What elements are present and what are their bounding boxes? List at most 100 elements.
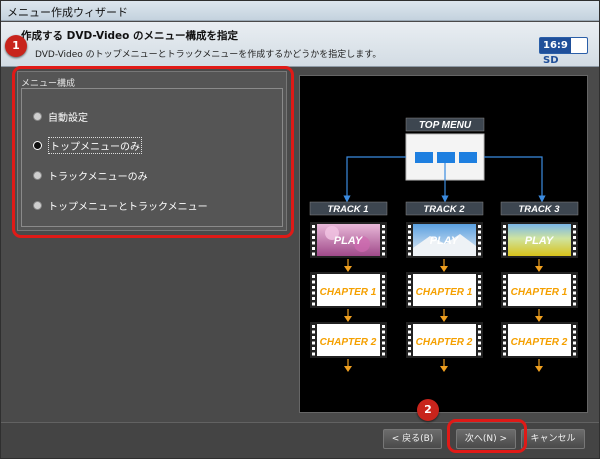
chapter-label: CHAPTER 2 — [416, 337, 473, 348]
sprocket-hole — [312, 297, 315, 300]
sprocket-hole — [478, 280, 481, 284]
sprocket-hole — [573, 247, 576, 250]
sprocket-hole — [573, 336, 576, 339]
back-button[interactable]: < 戻る(B) — [383, 429, 442, 449]
sprocket-hole — [312, 225, 315, 228]
sprocket-hole — [573, 280, 576, 284]
top-menu-label: TOP MENU — [419, 120, 472, 131]
sprocket-hole — [312, 275, 315, 278]
sprocket-hole — [478, 252, 481, 256]
sprocket-hole — [503, 297, 506, 300]
sprocket-hole — [382, 341, 385, 345]
sprocket-hole — [382, 241, 385, 245]
sprocket-hole — [382, 336, 385, 339]
sprocket-hole — [382, 330, 385, 334]
sprocket-hole — [503, 236, 506, 239]
chapter-label: CHAPTER 1 — [511, 287, 568, 298]
step-marker-1: 1 — [5, 35, 27, 57]
sprocket-hole — [573, 241, 576, 245]
sprocket-hole — [312, 325, 315, 328]
badge-mode: SD — [543, 55, 559, 66]
sprocket-hole — [503, 280, 506, 284]
page-description: DVD-Video のトップメニューとトラックメニューを作成するかどうかを指定し… — [35, 50, 382, 60]
cancel-button[interactable]: キャンセル — [521, 429, 585, 449]
menu-preview: TOP MENU TRACK 1 PLAY CHAPTER 1 CHAPTER … — [299, 75, 588, 413]
sprocket-hole — [478, 336, 481, 339]
sprocket-hole — [312, 247, 315, 250]
arrow-down — [440, 366, 448, 372]
sprocket-hole — [382, 236, 385, 239]
sprocket-hole — [312, 336, 315, 339]
sprocket-hole — [478, 347, 481, 350]
sprocket-hole — [503, 275, 506, 278]
badge-ratio: 16:9 — [540, 38, 571, 53]
sprocket-hole — [382, 291, 385, 295]
sprocket-hole — [312, 347, 315, 350]
sprocket-hole — [573, 347, 576, 350]
chapter-label: CHAPTER 2 — [511, 337, 568, 348]
sprocket-hole — [408, 302, 411, 306]
page-title: 作成する DVD-Video のメニュー構成を指定 — [21, 30, 239, 42]
menu-button-2 — [437, 152, 455, 163]
sprocket-hole — [408, 225, 411, 228]
sprocket-hole — [312, 330, 315, 334]
sprocket-hole — [573, 297, 576, 300]
sprocket-hole — [382, 275, 385, 278]
sprocket-hole — [503, 336, 506, 339]
sprocket-hole — [503, 291, 506, 295]
sprocket-hole — [408, 286, 411, 289]
track-label: TRACK 3 — [518, 204, 560, 215]
sprocket-hole — [478, 236, 481, 239]
sprocket-hole — [573, 341, 576, 345]
sprocket-hole — [478, 230, 481, 234]
sprocket-hole — [312, 280, 315, 284]
sprocket-hole — [312, 286, 315, 289]
title-bar: メニュー作成ウィザード — [1, 1, 599, 21]
sprocket-hole — [573, 252, 576, 256]
sprocket-hole — [503, 225, 506, 228]
aspect-badge: 16:9 SD — [539, 37, 588, 66]
track-column-3: TRACK 3 PLAY CHAPTER 1 CHAPTER 2 — [500, 201, 579, 372]
sprocket-hole — [408, 291, 411, 295]
highlight-frame-1 — [12, 66, 294, 238]
sprocket-hole — [503, 286, 506, 289]
track-label: TRACK 2 — [423, 204, 465, 215]
chapter-label: CHAPTER 1 — [416, 287, 473, 298]
sprocket-hole — [573, 236, 576, 239]
wizard-header: 作成する DVD-Video のメニュー構成を指定 DVD-Video のトップ… — [1, 22, 599, 67]
sprocket-hole — [503, 252, 506, 256]
track-column-1: TRACK 1 PLAY CHAPTER 1 CHAPTER 2 — [309, 201, 388, 372]
sprocket-hole — [312, 236, 315, 239]
sprocket-hole — [573, 352, 576, 356]
sprocket-hole — [478, 302, 481, 306]
sprocket-hole — [503, 347, 506, 350]
sprocket-hole — [503, 230, 506, 234]
arrow-down — [440, 316, 448, 322]
sprocket-hole — [408, 297, 411, 300]
sprocket-hole — [408, 352, 411, 356]
sprocket-hole — [408, 275, 411, 278]
arrow-down — [344, 316, 352, 322]
arrow-down — [535, 316, 543, 322]
chapter-label: CHAPTER 1 — [320, 287, 377, 298]
sprocket-hole — [573, 330, 576, 334]
sprocket-hole — [408, 280, 411, 284]
sprocket-hole — [382, 252, 385, 256]
play-label: PLAY — [334, 235, 364, 247]
play-label: PLAY — [430, 235, 460, 247]
sprocket-hole — [382, 302, 385, 306]
sprocket-hole — [408, 247, 411, 250]
sprocket-hole — [312, 252, 315, 256]
sprocket-hole — [478, 325, 481, 328]
sprocket-hole — [503, 330, 506, 334]
sprocket-hole — [503, 247, 506, 250]
sprocket-hole — [382, 225, 385, 228]
sprocket-hole — [312, 352, 315, 356]
connector-lines — [343, 156, 546, 203]
connector-track-3 — [484, 156, 546, 203]
sprocket-hole — [478, 241, 481, 245]
sprocket-hole — [478, 291, 481, 295]
sprocket-hole — [312, 230, 315, 234]
sprocket-hole — [408, 347, 411, 350]
menu-button-1 — [415, 152, 433, 163]
